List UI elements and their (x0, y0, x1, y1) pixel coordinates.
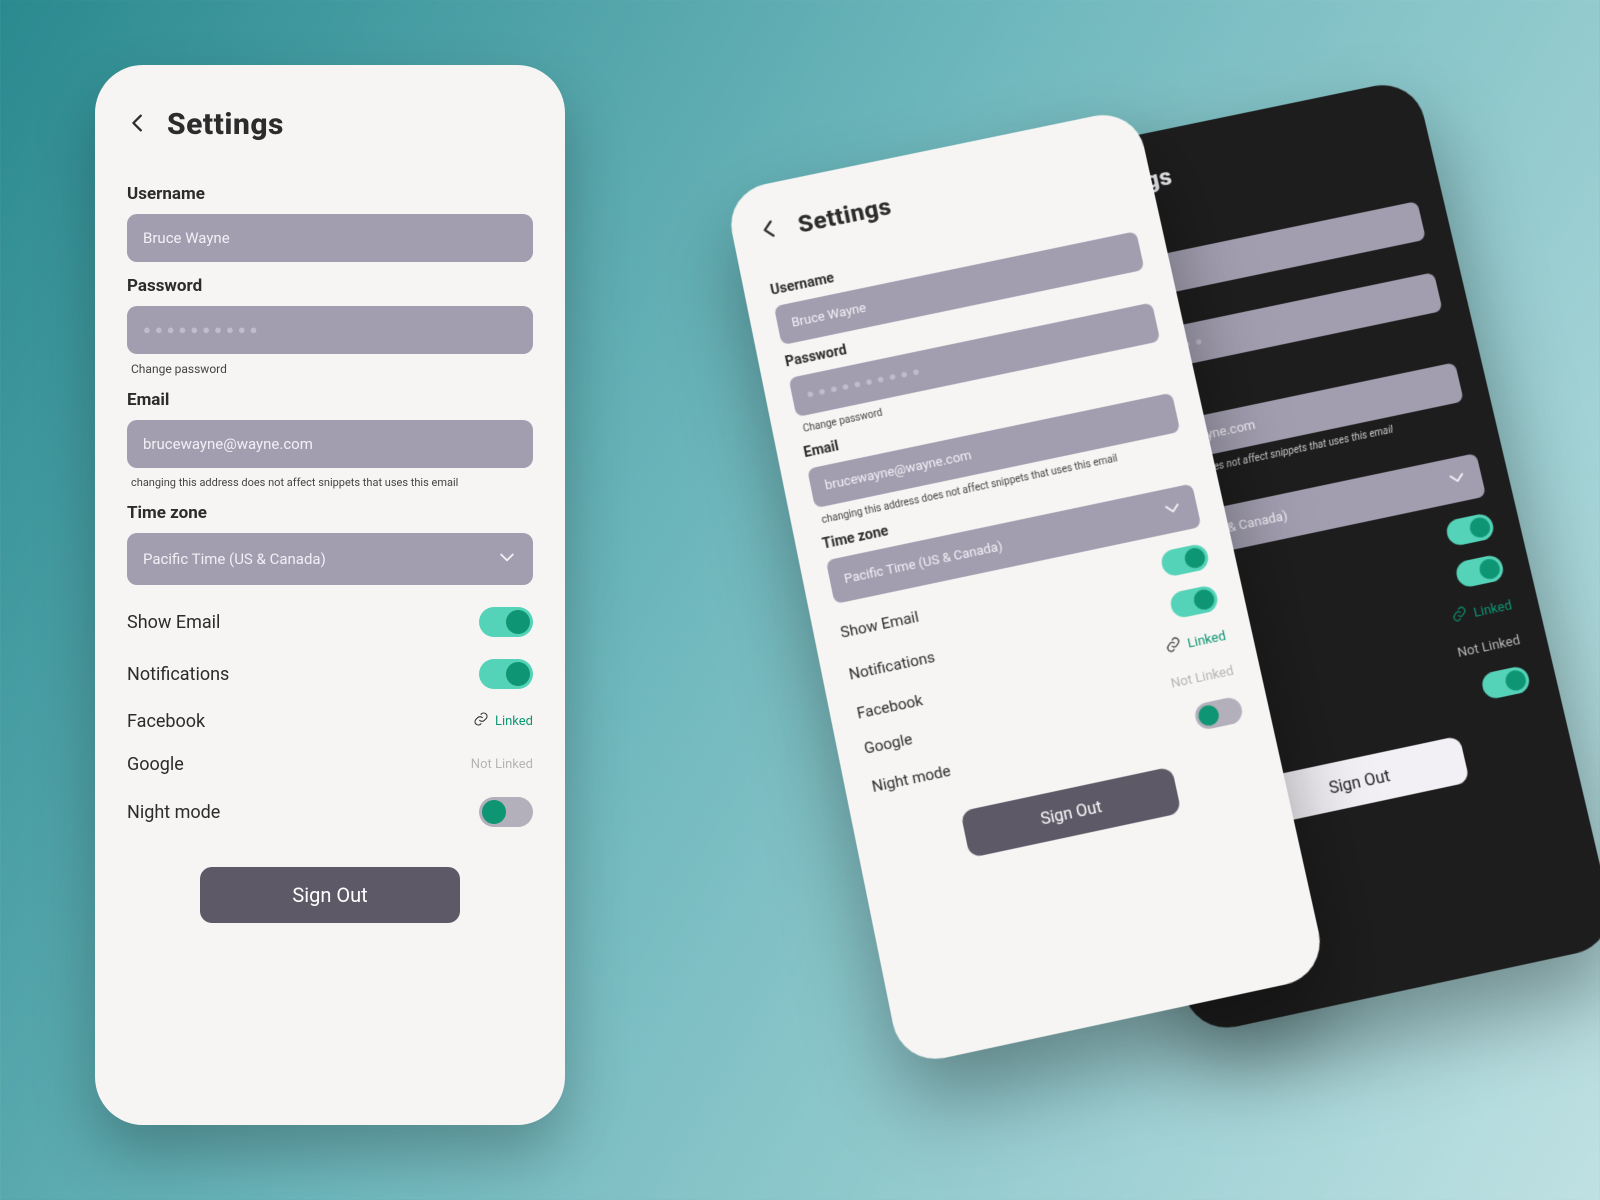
facebook-link-status[interactable]: Linked (1472, 598, 1513, 621)
page-title: Settings (796, 193, 894, 239)
email-value: brucewayne@wayne.com (824, 448, 973, 493)
show-email-toggle[interactable] (1159, 543, 1210, 578)
timezone-label: Time zone (127, 503, 533, 523)
username-value: Bruce Wayne (143, 229, 230, 247)
back-icon[interactable] (127, 112, 149, 138)
option-night-mode: Night mode (127, 797, 533, 827)
username-label: Username (127, 184, 533, 204)
notifications-toggle[interactable] (1168, 584, 1220, 619)
back-icon[interactable] (756, 216, 783, 245)
sign-out-label: Sign Out (292, 883, 367, 907)
option-label: Google (862, 730, 913, 758)
night-mode-toggle[interactable] (1193, 695, 1245, 731)
timezone-value: Pacific Time (US & Canada) (843, 539, 1004, 587)
password-label: Password (127, 276, 533, 296)
link-icon (473, 711, 489, 732)
username-value: Bruce Wayne (790, 300, 867, 330)
option-label: Notifications (847, 648, 936, 684)
option-label: Night mode (870, 761, 952, 796)
timezone-select[interactable]: Pacific Time (US & Canada) (127, 533, 533, 585)
option-facebook: Facebook Linked (127, 711, 533, 732)
username-input[interactable]: Bruce Wayne (127, 214, 533, 262)
notifications-toggle[interactable] (479, 659, 533, 689)
email-label: Email (127, 390, 533, 410)
change-password-link[interactable]: Change password (131, 362, 529, 376)
chevron-down-icon (1445, 466, 1470, 494)
sign-out-label: Sign Out (1039, 796, 1104, 828)
option-label: Night mode (127, 802, 220, 823)
password-masked: ●●●●●●●●●● (143, 322, 262, 338)
option-google: Google Not Linked (127, 754, 533, 775)
option-label: Facebook (855, 691, 924, 723)
night-mode-toggle[interactable] (479, 797, 533, 827)
preview-stack: Settings Username Bruce Wayne Password ●… (700, 120, 1400, 1120)
page-title: Settings (167, 107, 284, 142)
google-link-status[interactable]: Not Linked (1169, 663, 1234, 691)
header: Settings (127, 107, 533, 142)
option-label: Facebook (127, 711, 205, 732)
option-label: Notifications (127, 664, 229, 685)
email-value: brucewayne@wayne.com (143, 435, 313, 453)
password-masked: ●●●●●●●●●● (805, 363, 926, 403)
show-email-toggle[interactable] (479, 607, 533, 637)
settings-screen-light-primary: Settings Username Bruce Wayne Password ●… (95, 65, 565, 1125)
option-notifications: Notifications (127, 659, 533, 689)
email-input[interactable]: brucewayne@wayne.com (127, 420, 533, 468)
facebook-link-status[interactable]: Linked (495, 714, 533, 729)
option-show-email: Show Email (127, 607, 533, 637)
google-link-status[interactable]: Not Linked (1456, 632, 1522, 660)
night-mode-toggle[interactable] (1480, 665, 1532, 701)
google-link-status[interactable]: Not Linked (471, 757, 533, 772)
timezone-value: Pacific Time (US & Canada) (143, 550, 326, 568)
option-label: Show Email (839, 608, 921, 642)
sign-out-label: Sign Out (1327, 765, 1392, 797)
link-icon (1163, 635, 1183, 658)
notifications-toggle[interactable] (1454, 553, 1506, 588)
option-label: Google (127, 754, 184, 775)
option-label: Show Email (127, 612, 220, 633)
link-icon (1450, 604, 1471, 627)
chevron-down-icon (1160, 496, 1185, 524)
email-helper-text: changing this address does not affect sn… (131, 476, 529, 489)
chevron-down-icon (497, 547, 517, 571)
password-input[interactable]: ●●●●●●●●●● (127, 306, 533, 354)
show-email-toggle[interactable] (1444, 512, 1496, 547)
sign-out-button[interactable]: Sign Out (960, 766, 1181, 858)
facebook-link-status[interactable]: Linked (1186, 628, 1227, 651)
sign-out-button[interactable]: Sign Out (200, 867, 460, 923)
